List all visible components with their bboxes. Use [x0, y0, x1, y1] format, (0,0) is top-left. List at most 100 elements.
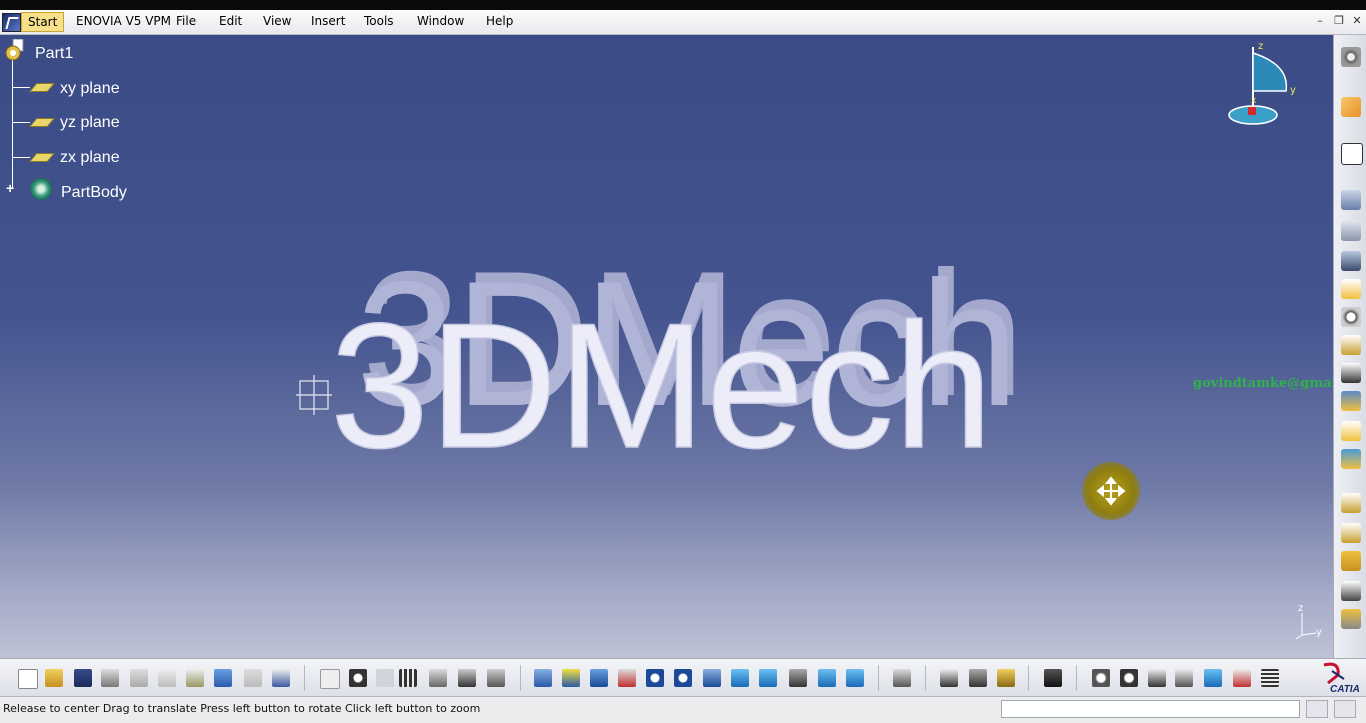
- measure-icon[interactable]: [487, 669, 505, 687]
- title-strip: [0, 0, 1366, 10]
- right-toolbar: [1333, 35, 1366, 658]
- 3d-viewport[interactable]: Part1 xy plane yz plane zx plane + PartB…: [0, 35, 1333, 658]
- status-bar: Release to center Drag to translate Pres…: [0, 696, 1366, 723]
- groove-icon[interactable]: [1341, 279, 1361, 299]
- hand-icon[interactable]: [1120, 669, 1138, 687]
- save-icon[interactable]: [74, 669, 92, 687]
- undo-icon[interactable]: [214, 669, 232, 687]
- remove-face-icon[interactable]: [1341, 609, 1361, 629]
- toolbar-separator: [1076, 665, 1077, 691]
- menu-edit[interactable]: Edit: [219, 14, 242, 28]
- rotate-icon[interactable]: [618, 669, 636, 687]
- table-icon[interactable]: [399, 669, 417, 687]
- catia-app-icon[interactable]: [2, 13, 21, 32]
- menu-window[interactable]: Window: [417, 14, 464, 28]
- cut-icon[interactable]: [130, 669, 148, 687]
- dimension-icon[interactable]: [940, 669, 958, 687]
- bottom-toolbar: CATIA: [0, 658, 1366, 697]
- save-management-icon[interactable]: [969, 669, 987, 687]
- sketcher-icon[interactable]: [1341, 143, 1363, 165]
- hole-icon[interactable]: [1341, 307, 1361, 327]
- 3d-model[interactable]: 3DMech 3DMech 3DMech z y x z y: [0, 35, 1333, 658]
- paste-icon[interactable]: [186, 669, 204, 687]
- toolbar-separator: [878, 665, 879, 691]
- pan-cursor: [1082, 462, 1140, 520]
- menu-view[interactable]: View: [263, 14, 291, 28]
- close-icon[interactable]: ✕: [1350, 14, 1364, 28]
- model-text[interactable]: 3DMech: [329, 285, 993, 486]
- triad-label-z: z: [1298, 603, 1303, 614]
- swap-visible-icon[interactable]: [846, 669, 864, 687]
- sketch-view-icon[interactable]: [1204, 669, 1222, 687]
- watermark-email: govindtamke@gmail.com: [1193, 376, 1333, 391]
- lock-icon[interactable]: [458, 669, 476, 687]
- restore-icon[interactable]: ❐: [1332, 14, 1346, 28]
- formula-icon[interactable]: [320, 669, 340, 689]
- redo-icon[interactable]: [244, 669, 262, 687]
- fillet-icon[interactable]: [1341, 421, 1361, 441]
- menu-enovia[interactable]: ENOVIA V5 VPM: [76, 14, 171, 28]
- shaft-icon[interactable]: [1341, 251, 1361, 271]
- pocket-icon[interactable]: [1341, 221, 1361, 241]
- iso-view-icon[interactable]: [759, 669, 777, 687]
- menu-insert[interactable]: Insert: [311, 14, 345, 28]
- zoom-out-icon[interactable]: [674, 669, 692, 687]
- knowledge-icon[interactable]: [376, 669, 394, 687]
- toolbar-separator: [520, 665, 521, 691]
- menu-file[interactable]: File: [176, 14, 196, 28]
- analysis-icon[interactable]: [1233, 669, 1251, 687]
- shell-icon[interactable]: [1341, 523, 1361, 543]
- print-icon[interactable]: [101, 669, 119, 687]
- stiffener-icon[interactable]: [1341, 391, 1361, 411]
- status-button-1[interactable]: [1306, 700, 1328, 718]
- rib-icon[interactable]: [1341, 335, 1361, 355]
- comment-icon[interactable]: [349, 669, 367, 687]
- new-icon[interactable]: [18, 669, 38, 689]
- slot-icon[interactable]: [1341, 363, 1361, 383]
- catia-logo: CATIA: [1323, 662, 1360, 695]
- triad-label-y: y: [1316, 627, 1322, 638]
- compass-icon[interactable]: z y x: [1228, 41, 1296, 125]
- fly-mode-icon[interactable]: [534, 669, 552, 687]
- axis-system-icon[interactable]: [1148, 669, 1166, 687]
- part-origin-icon: [296, 375, 332, 415]
- help-icon[interactable]: [272, 669, 290, 687]
- menu-help[interactable]: Help: [486, 14, 513, 28]
- draft-icon[interactable]: [1341, 493, 1361, 513]
- menu-bar: Start ENOVIA V5 VPM File Edit View Inser…: [0, 10, 1366, 35]
- move-cursor-icon: [1096, 476, 1126, 506]
- toolbar-separator: [925, 665, 926, 691]
- menu-tools[interactable]: Tools: [364, 14, 394, 28]
- catalog-icon[interactable]: [429, 669, 447, 687]
- binary-icon[interactable]: [1175, 669, 1193, 687]
- bottle-icon[interactable]: [997, 669, 1015, 687]
- select-arrow-icon[interactable]: [1341, 97, 1361, 117]
- thickness-icon[interactable]: [1341, 551, 1361, 571]
- open-icon[interactable]: [45, 669, 63, 687]
- camera-icon[interactable]: [1044, 669, 1062, 687]
- axis-triad-icon: z y: [1295, 603, 1322, 640]
- zoom-in-icon[interactable]: [646, 669, 664, 687]
- menu-start[interactable]: Start: [21, 12, 65, 32]
- thread-icon[interactable]: [1341, 581, 1361, 601]
- gear-icon[interactable]: [1341, 47, 1361, 67]
- copy-icon[interactable]: [158, 669, 176, 687]
- apply-material-icon[interactable]: [893, 669, 911, 687]
- minimize-icon[interactable]: –: [1313, 14, 1327, 28]
- normal-view-icon[interactable]: [703, 669, 721, 687]
- command-input[interactable]: [1001, 700, 1300, 718]
- shading-icon[interactable]: [789, 669, 807, 687]
- fit-all-icon[interactable]: [562, 669, 580, 687]
- catia-brand-text: CATIA: [1330, 684, 1360, 695]
- hide-show-icon[interactable]: [818, 669, 836, 687]
- toolbar-separator: [304, 665, 305, 691]
- chamfer-icon[interactable]: [1341, 449, 1361, 469]
- multi-view-icon[interactable]: [731, 669, 749, 687]
- list-icon[interactable]: [1261, 669, 1279, 687]
- pan-icon[interactable]: [590, 669, 608, 687]
- status-button-2[interactable]: [1334, 700, 1356, 718]
- pad-icon[interactable]: [1341, 190, 1361, 210]
- toolbar-separator: [1028, 665, 1029, 691]
- compass-axis-y: y: [1290, 85, 1296, 96]
- refresh-icon[interactable]: [1092, 669, 1110, 687]
